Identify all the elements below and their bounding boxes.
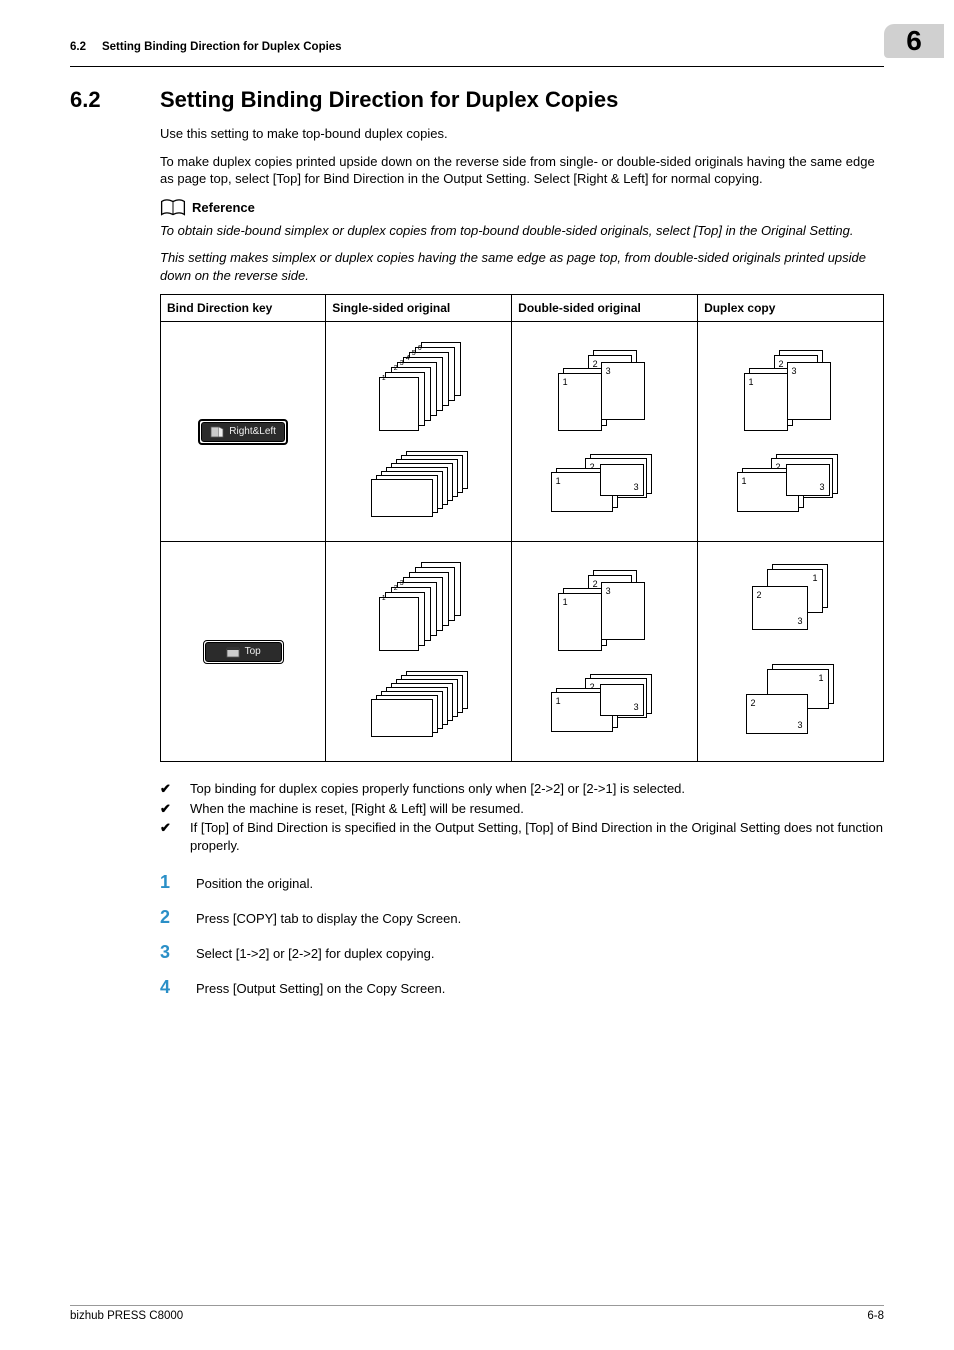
section-number: 6.2 xyxy=(70,87,140,113)
th-duplex: Duplex copy xyxy=(698,295,884,322)
top-key-button: Top xyxy=(203,640,284,664)
footer-product: bizhub PRESS C8000 xyxy=(70,1310,183,1322)
th-bind-key: Bind Direction key xyxy=(161,295,326,322)
single-portrait-stack-icon: 123 xyxy=(379,562,459,647)
cell-double-top: 2 1 3 2 1 3 xyxy=(512,542,698,762)
step-text: Press [COPY] tab to display the Copy Scr… xyxy=(196,911,461,926)
double-landscape-pair-icon: 2 1 3 xyxy=(550,674,660,734)
duplex-top-landscape-icon: 1 23 xyxy=(746,664,836,740)
cell-duplex-rightleft: 2 1 3 2 1 3 xyxy=(698,322,884,542)
check-icon: ✔ xyxy=(160,800,172,818)
step-number: 4 xyxy=(160,977,174,998)
intro-p1: Use this setting to make top-bound duple… xyxy=(160,125,884,143)
page-footer: bizhub PRESS C8000 6-8 xyxy=(70,1305,884,1322)
duplex-top-portrait-icon: 1 23 xyxy=(746,564,836,640)
section-title: Setting Binding Direction for Duplex Cop… xyxy=(160,87,618,113)
check-icon: ✔ xyxy=(160,819,172,854)
step-number: 2 xyxy=(160,907,174,928)
header-section: 6.2 Setting Binding Direction for Duplex… xyxy=(70,41,342,53)
intro-p2: To make duplex copies printed upside dow… xyxy=(160,153,884,188)
step-2: 2 Press [COPY] tab to display the Copy S… xyxy=(160,907,884,928)
note-2: When the machine is reset, [Right & Left… xyxy=(190,800,524,818)
step-text: Select [1->2] or [2->2] for duplex copyi… xyxy=(196,946,434,961)
list-item: ✔ If [Top] of Bind Direction is specifie… xyxy=(160,819,884,854)
double-landscape-pair-icon: 2 1 3 xyxy=(550,454,660,514)
step-text: Press [Output Setting] on the Copy Scree… xyxy=(196,981,445,996)
check-icon: ✔ xyxy=(160,780,172,798)
rightleft-key-label: Right&Left xyxy=(229,426,276,437)
bind-direction-table: Bind Direction key Single-sided original… xyxy=(160,294,884,762)
single-landscape-stack-icon xyxy=(371,671,467,741)
header-section-num: 6.2 xyxy=(70,41,86,53)
reference-label: Reference xyxy=(192,200,255,215)
table-row: Right&Left 123456 xyxy=(161,322,884,542)
cell-duplex-top: 1 23 1 23 xyxy=(698,542,884,762)
calendar-top-icon xyxy=(226,646,240,658)
th-double: Double-sided original xyxy=(512,295,698,322)
chapter-tab: 6 xyxy=(884,24,944,58)
single-landscape-stack-icon xyxy=(371,451,467,521)
notes-list: ✔ Top binding for duplex copies properly… xyxy=(160,780,884,854)
cell-key-rightleft: Right&Left xyxy=(161,322,326,542)
step-3: 3 Select [1->2] or [2->2] for duplex cop… xyxy=(160,942,884,963)
book-icon xyxy=(160,198,186,218)
cell-double-rightleft: 2 1 3 2 1 3 xyxy=(512,322,698,542)
rightleft-key-button: Right&Left xyxy=(198,419,288,445)
list-item: ✔ Top binding for duplex copies properly… xyxy=(160,780,884,798)
step-text: Position the original. xyxy=(196,876,313,891)
single-portrait-stack-icon: 123456 xyxy=(379,342,459,427)
reference-p2: This setting makes simplex or duplex cop… xyxy=(160,249,884,284)
header-section-title: Setting Binding Direction for Duplex Cop… xyxy=(102,41,342,53)
cell-single-top: 123 xyxy=(326,542,512,762)
chapter-number: 6 xyxy=(906,25,922,57)
list-item: ✔ When the machine is reset, [Right & Le… xyxy=(160,800,884,818)
page-header: 6.2 Setting Binding Direction for Duplex… xyxy=(70,30,884,67)
duplex-landscape-pair-icon: 2 1 3 xyxy=(736,454,846,514)
page-flip-icon xyxy=(210,426,224,438)
step-number: 3 xyxy=(160,942,174,963)
reference-p1: To obtain side-bound simplex or duplex c… xyxy=(160,222,884,240)
section-heading: 6.2 Setting Binding Direction for Duplex… xyxy=(70,87,884,113)
step-number: 1 xyxy=(160,872,174,893)
table-row: Top 123 xyxy=(161,542,884,762)
th-single: Single-sided original xyxy=(326,295,512,322)
double-portrait-pair-icon: 2 1 3 xyxy=(555,350,655,430)
double-portrait-pair-icon: 2 1 3 xyxy=(555,570,655,650)
top-key-label: Top xyxy=(245,646,261,657)
note-1: Top binding for duplex copies properly f… xyxy=(190,780,685,798)
footer-page: 6-8 xyxy=(867,1310,884,1322)
content-body: Use this setting to make top-bound duple… xyxy=(160,125,884,998)
step-4: 4 Press [Output Setting] on the Copy Scr… xyxy=(160,977,884,998)
cell-key-top: Top xyxy=(161,542,326,762)
cell-single-rightleft: 123456 xyxy=(326,322,512,542)
duplex-portrait-pair-icon: 2 1 3 xyxy=(741,350,841,430)
step-1: 1 Position the original. xyxy=(160,872,884,893)
note-3: If [Top] of Bind Direction is specified … xyxy=(190,819,884,854)
reference-heading: Reference xyxy=(160,198,884,218)
